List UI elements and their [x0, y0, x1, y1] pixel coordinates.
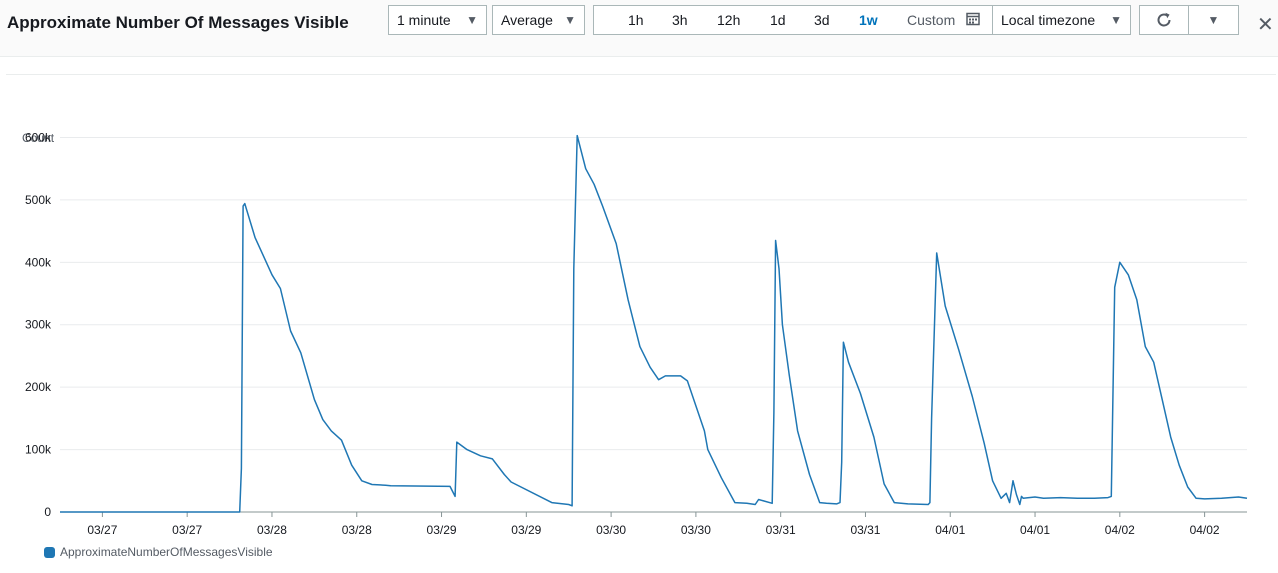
range-option-3d[interactable]: 3d: [814, 12, 830, 28]
x-tick-label: 03/28: [342, 523, 372, 537]
y-tick-label: 300k: [25, 318, 52, 332]
x-tick-label: 03/30: [681, 523, 711, 537]
y-tick-label: 600k: [25, 130, 52, 144]
x-tick-label: 03/30: [596, 523, 626, 537]
x-tick-label: 03/27: [87, 523, 117, 537]
line-chart: Count0100k200k300k400k500k600k03/27 03/27…: [22, 130, 1248, 537]
x-tick-label: 03/29: [427, 523, 457, 537]
caret-down-icon: ▼: [564, 13, 576, 27]
time-range-selector: 1h 3h 12h 1d 3d 1w Custom: [593, 5, 993, 35]
series-line: [60, 134, 1248, 513]
divider: [6, 74, 1276, 75]
toolbar: Approximate Number Of Messages Visible 1…: [0, 0, 1278, 57]
chart-legend[interactable]: ApproximateNumberOfMessagesVisible: [44, 545, 273, 559]
x-tick-label: 03/29: [511, 523, 541, 537]
legend-label: ApproximateNumberOfMessagesVisible: [60, 545, 273, 559]
x-tick-label: 03/28: [257, 523, 287, 537]
x-tick-label: 04/01: [935, 523, 965, 537]
x-tick-label: 03/31: [766, 523, 796, 537]
x-tick-label: 03/31: [850, 523, 880, 537]
refresh-options-button[interactable]: ▼: [1188, 5, 1239, 35]
refresh-button[interactable]: [1139, 5, 1189, 35]
y-tick-label: 500k: [25, 193, 52, 207]
y-tick-label: 200k: [25, 380, 52, 394]
calendar-icon[interactable]: [966, 12, 980, 29]
period-value: 1 minute: [397, 12, 451, 28]
caret-down-icon: ▼: [1207, 13, 1220, 27]
y-tick-label: 0: [44, 505, 51, 519]
x-tick-label: 04/02: [1190, 523, 1220, 537]
y-tick-label: 100k: [25, 443, 52, 457]
close-icon[interactable]: ✕: [1257, 12, 1274, 37]
statistic-select[interactable]: Average ▼: [492, 5, 585, 35]
range-option-1w[interactable]: 1w: [859, 12, 878, 28]
refresh-icon: [1157, 12, 1171, 27]
legend-swatch: [44, 546, 55, 558]
y-tick-label: 400k: [25, 255, 52, 269]
timezone-value: Local timezone: [1001, 12, 1096, 28]
x-tick-label: 04/02: [1105, 523, 1135, 537]
page-title: Approximate Number Of Messages Visible: [7, 13, 349, 32]
range-option-12h[interactable]: 12h: [717, 12, 740, 28]
range-option-1d[interactable]: 1d: [770, 12, 786, 28]
range-option-3h[interactable]: 3h: [672, 12, 688, 28]
custom-range[interactable]: Custom: [907, 12, 955, 28]
caret-down-icon: ▼: [1110, 13, 1122, 27]
period-select[interactable]: 1 minute ▼: [388, 5, 487, 35]
caret-down-icon: ▼: [466, 13, 478, 27]
range-option-1h[interactable]: 1h: [628, 12, 644, 28]
statistic-value: Average: [501, 12, 553, 28]
x-tick-label: 03/27: [172, 523, 202, 537]
timezone-select[interactable]: Local timezone ▼: [992, 5, 1131, 35]
x-tick-label: 04/01: [1020, 523, 1050, 537]
